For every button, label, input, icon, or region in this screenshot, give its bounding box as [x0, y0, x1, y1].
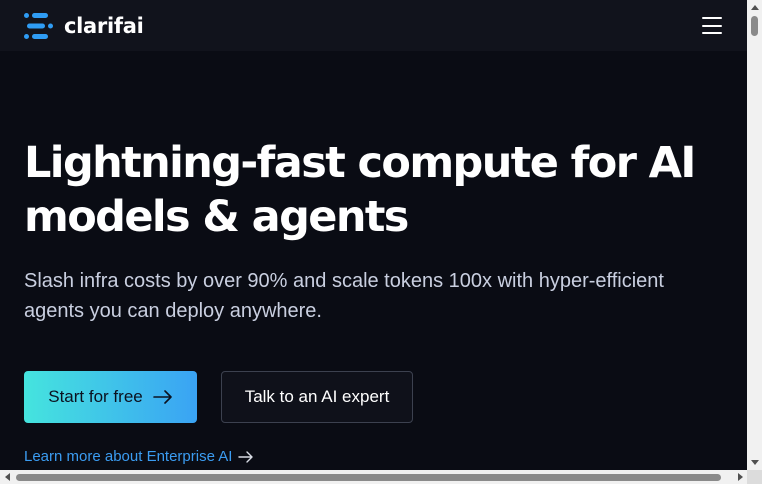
start-for-free-label: Start for free	[48, 387, 143, 406]
top-navbar: clarifai	[0, 0, 747, 51]
page-viewport: clarifai Lightning-fast compute for AI m…	[0, 0, 747, 470]
hero-subtitle: Slash infra costs by over 90% and scale …	[24, 266, 734, 326]
hero-title-line-2: models & agents	[24, 192, 409, 242]
talk-to-expert-label: Talk to an AI expert	[244, 387, 390, 406]
scroll-up-icon[interactable]	[747, 0, 762, 15]
menu-line	[702, 32, 722, 34]
arrow-right-icon	[152, 390, 172, 404]
menu-line	[702, 17, 722, 19]
hero-title-line-1: Lightning-fast compute for AI	[24, 138, 696, 188]
vertical-scrollbar[interactable]	[747, 0, 762, 470]
hamburger-icon[interactable]	[702, 17, 722, 34]
scrollbar-corner	[747, 470, 762, 484]
logo-text: clarifai	[64, 13, 144, 38]
logo[interactable]: clarifai	[24, 12, 144, 40]
clarifai-logo-icon	[24, 12, 53, 39]
arrow-right-icon	[238, 450, 254, 463]
hero-subtitle-line-2: agents you can deploy anywhere.	[24, 300, 322, 322]
vertical-scroll-thumb[interactable]	[751, 16, 758, 36]
hero-title: Lightning-fast compute for AI models & a…	[24, 136, 724, 244]
scroll-down-icon[interactable]	[747, 455, 762, 470]
start-for-free-button[interactable]: Start for free	[24, 371, 197, 423]
horizontal-scroll-thumb[interactable]	[16, 474, 721, 481]
horizontal-scrollbar[interactable]	[0, 470, 747, 484]
enterprise-ai-link-label: Learn more about Enterprise AI	[24, 448, 233, 465]
enterprise-ai-link[interactable]: Learn more about Enterprise AI	[24, 448, 254, 465]
scroll-right-icon[interactable]	[733, 470, 747, 484]
scroll-left-icon[interactable]	[0, 470, 14, 484]
menu-line	[702, 24, 722, 27]
hero-subtitle-line-1: Slash infra costs by over 90% and scale …	[24, 270, 664, 292]
talk-to-expert-button[interactable]: Talk to an AI expert	[221, 371, 413, 423]
